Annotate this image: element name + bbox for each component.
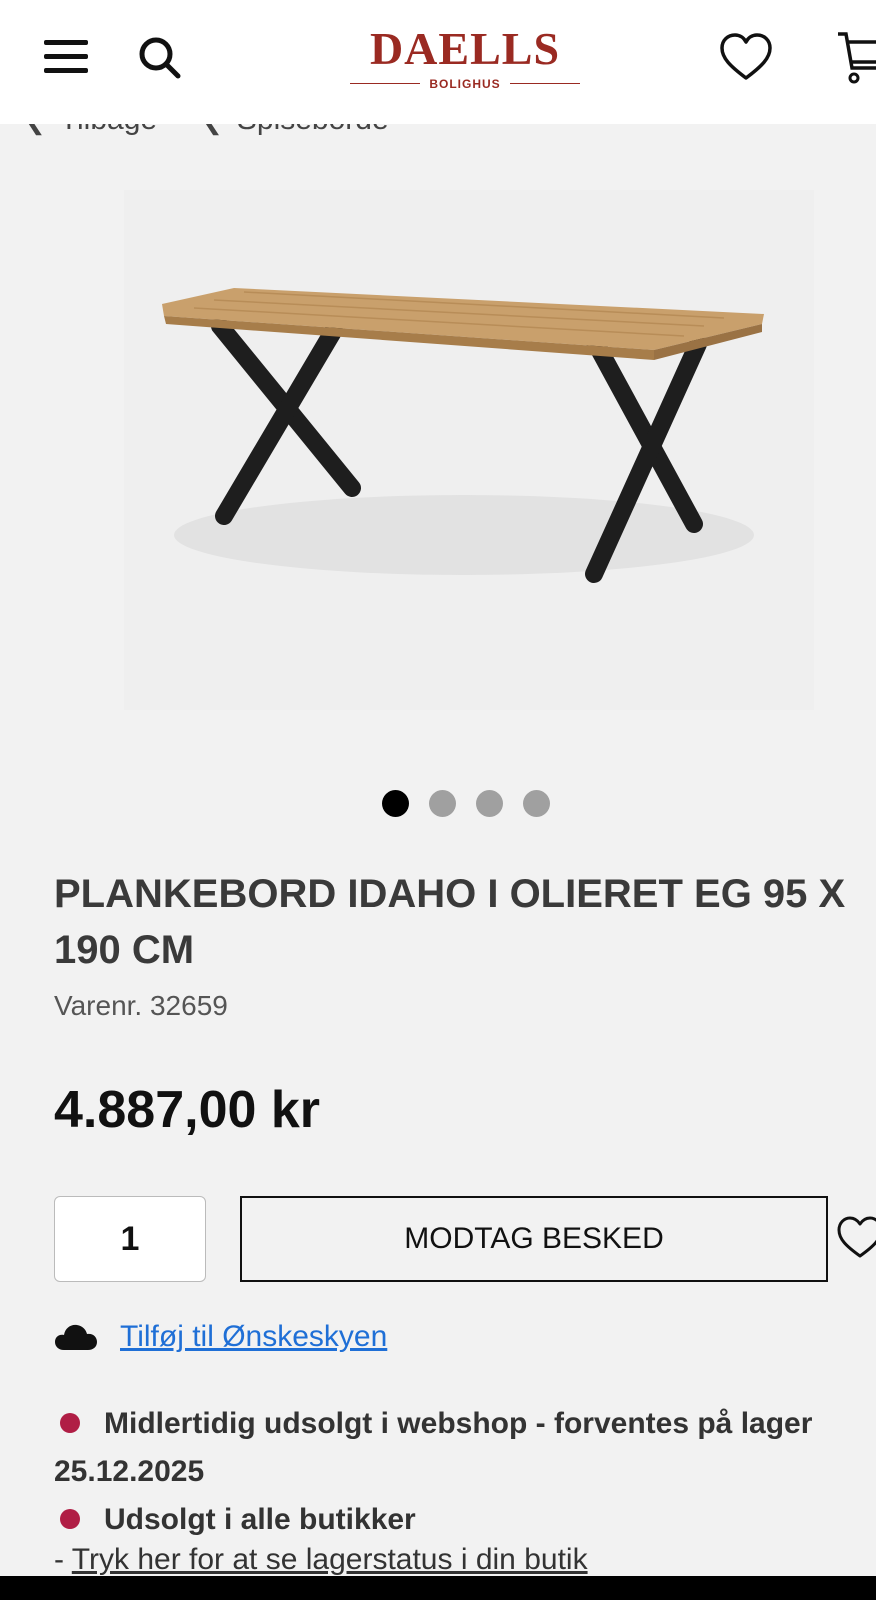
wishlist-heart-icon[interactable]: [718, 30, 774, 86]
product-sku: Varenr. 32659: [54, 990, 228, 1021]
product-image[interactable]: [124, 190, 814, 710]
store-stock-status: Udsolgt i alle butikker: [54, 1496, 874, 1544]
store-link-prefix: -: [54, 1543, 64, 1576]
menu-icon[interactable]: [44, 40, 88, 76]
product-price: 4.887,00 kr: [54, 1081, 321, 1139]
search-icon[interactable]: [136, 34, 184, 82]
bottom-bar: [0, 1576, 876, 1600]
add-to-favorites-heart-icon[interactable]: [836, 1214, 876, 1262]
store-stock-link[interactable]: Tryk her for at se lagerstatus i din but…: [72, 1543, 588, 1576]
cloud-icon: [54, 1322, 98, 1352]
webshop-stock-status: Midlertidig udsolgt i webshop - forvente…: [54, 1400, 874, 1496]
stock-indicator-dot: [60, 1413, 80, 1434]
wishlist-cloud-row: Tilføj til Ønskeskyen: [54, 1320, 387, 1354]
add-to-wishlist-link[interactable]: Tilføj til Ønskeskyen: [120, 1320, 387, 1354]
logo-text: DAELLS: [369, 23, 561, 74]
stock-indicator-dot: [60, 1509, 80, 1530]
product-title: PLANKEBORD IDAHO I OLIERET EG 95 X 190 C…: [54, 872, 846, 972]
notify-me-button[interactable]: MODTAG BESKED: [240, 1196, 828, 1282]
carousel-dot[interactable]: [429, 790, 456, 817]
carousel-dot[interactable]: [382, 790, 409, 817]
cart-icon[interactable]: [836, 28, 876, 88]
brand-logo[interactable]: DAELLS BOLIGHUS: [340, 26, 590, 96]
store-stock-link-row: - Tryk her for at se lagerstatus i din b…: [54, 1540, 588, 1580]
carousel-dot[interactable]: [476, 790, 503, 817]
carousel-dots: [382, 790, 550, 817]
webshop-status-text: Midlertidig udsolgt i webshop - forvente…: [54, 1407, 813, 1488]
logo-subtext: BOLIGHUS: [429, 77, 501, 91]
site-header: DAELLS BOLIGHUS: [0, 0, 876, 124]
store-status-text: Udsolgt i alle butikker: [104, 1503, 416, 1536]
quantity-input[interactable]: 1: [54, 1196, 206, 1282]
carousel-dot[interactable]: [523, 790, 550, 817]
